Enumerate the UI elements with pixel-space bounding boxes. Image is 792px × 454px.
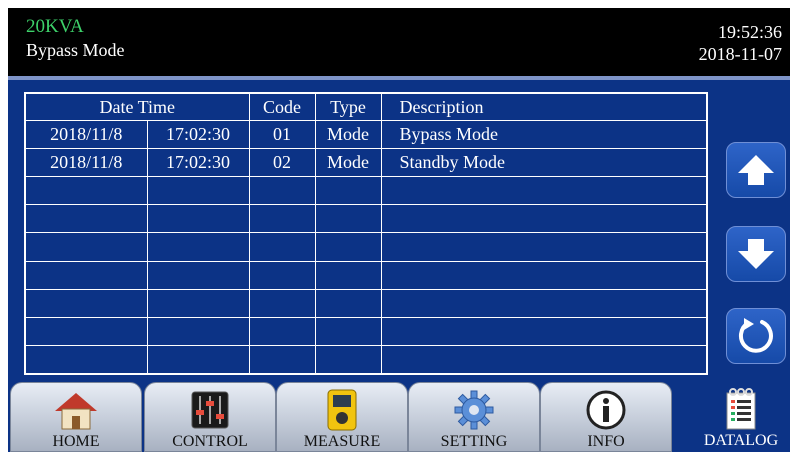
cell-description: [380, 288, 708, 319]
table-row: [24, 175, 708, 206]
cell-code: [248, 232, 316, 262]
cell-date: 2018/11/8: [24, 147, 148, 177]
scroll-down-button[interactable]: [726, 226, 786, 282]
cell-description: [380, 204, 708, 234]
cell-time: 17:02:30: [146, 119, 250, 149]
gear-icon: [454, 390, 494, 430]
cell-code: [248, 288, 316, 319]
cell-description: [380, 345, 708, 375]
cell-date: 2018/11/8: [24, 119, 148, 149]
cell-time: [146, 260, 250, 290]
table-row: 2018/11/8 17:02:30 01 Mode Bypass Mode: [24, 119, 708, 149]
nav-measure-label: MEASURE: [303, 433, 381, 450]
cell-time: [146, 204, 250, 234]
refresh-button[interactable]: [726, 308, 786, 364]
cell-type: Mode: [314, 119, 382, 149]
cell-code: [248, 260, 316, 290]
table-row: [24, 345, 708, 375]
control-sliders-icon: [191, 391, 229, 429]
bottom-nav-bar: HOME CONTROL MEASURE SETTING INFO DATALO…: [8, 382, 790, 452]
cell-date: [24, 260, 148, 290]
header-divider: [8, 76, 790, 80]
cell-code: 02: [248, 147, 316, 177]
info-icon: [586, 390, 626, 430]
nav-setting-button[interactable]: SETTING: [408, 382, 540, 452]
nav-control-button[interactable]: CONTROL: [144, 382, 276, 452]
nav-home-button[interactable]: HOME: [10, 382, 142, 452]
nav-datalog-label: DATALOG: [703, 432, 779, 449]
status-header: 20KVA Bypass Mode 19:52:36 2018-11-07: [8, 8, 790, 76]
cell-date: [24, 204, 148, 234]
ups-model-label: 20KVA: [26, 16, 84, 37]
table-row: [24, 288, 708, 319]
arrow-up-icon: [738, 155, 774, 185]
nav-measure-button[interactable]: MEASURE: [276, 382, 408, 452]
table-row: [24, 204, 708, 234]
cell-type: [314, 204, 382, 234]
cell-code: 01: [248, 119, 316, 149]
nav-datalog-button[interactable]: DATALOG: [692, 382, 790, 452]
table-header-row: Date Time Code Type Description: [24, 92, 708, 121]
nav-control-label: CONTROL: [172, 433, 248, 450]
scroll-up-button[interactable]: [726, 142, 786, 198]
cell-type: Mode: [314, 147, 382, 177]
column-header-type: Type: [314, 92, 382, 121]
cell-type: [314, 345, 382, 375]
cell-date: [24, 317, 148, 347]
cell-code: [248, 204, 316, 234]
cell-description: [380, 232, 708, 262]
cell-type: [314, 175, 382, 206]
nav-home-label: HOME: [52, 433, 100, 450]
cell-description: [380, 175, 708, 206]
arrow-down-icon: [738, 239, 774, 269]
clock-date: 2018-11-07: [698, 44, 782, 64]
multimeter-icon: [327, 389, 357, 431]
cell-type: [314, 260, 382, 290]
cell-date: [24, 232, 148, 262]
nav-setting-label: SETTING: [440, 433, 508, 450]
nav-info-label: INFO: [587, 433, 625, 450]
cell-type: [314, 232, 382, 262]
cell-time: [146, 317, 250, 347]
refresh-icon: [738, 318, 773, 353]
cell-code: [248, 175, 316, 206]
column-header-datetime: Date Time: [24, 92, 250, 121]
cell-time: 17:02:30: [146, 147, 250, 177]
cell-description: Standby Mode: [380, 147, 708, 177]
column-header-description: Description: [380, 92, 708, 121]
cell-description: [380, 260, 708, 290]
cell-date: [24, 345, 148, 375]
table-row: [24, 317, 708, 347]
table-row: [24, 260, 708, 290]
cell-code: [248, 345, 316, 375]
cell-description: Bypass Mode: [380, 119, 708, 149]
event-log-table: Date Time Code Type Description 2018/11/…: [24, 92, 708, 375]
cell-date: [24, 175, 148, 206]
cell-date: [24, 288, 148, 319]
cell-type: [314, 317, 382, 347]
column-header-code: Code: [248, 92, 316, 121]
hmi-screen: 20KVA Bypass Mode 19:52:36 2018-11-07 Da…: [8, 8, 790, 452]
cell-type: [314, 288, 382, 319]
cell-time: [146, 345, 250, 375]
table-row: 2018/11/8 17:02:30 02 Mode Standby Mode: [24, 147, 708, 177]
table-row: [24, 232, 708, 262]
operating-mode-label: Bypass Mode: [26, 40, 125, 60]
clock-time: 19:52:36: [717, 22, 782, 42]
cell-time: [146, 288, 250, 319]
cell-time: [146, 232, 250, 262]
home-icon: [55, 393, 97, 430]
nav-info-button[interactable]: INFO: [540, 382, 672, 452]
cell-code: [248, 317, 316, 347]
datalog-notebook-icon: [726, 388, 756, 430]
cell-description: [380, 317, 708, 347]
cell-time: [146, 175, 250, 206]
